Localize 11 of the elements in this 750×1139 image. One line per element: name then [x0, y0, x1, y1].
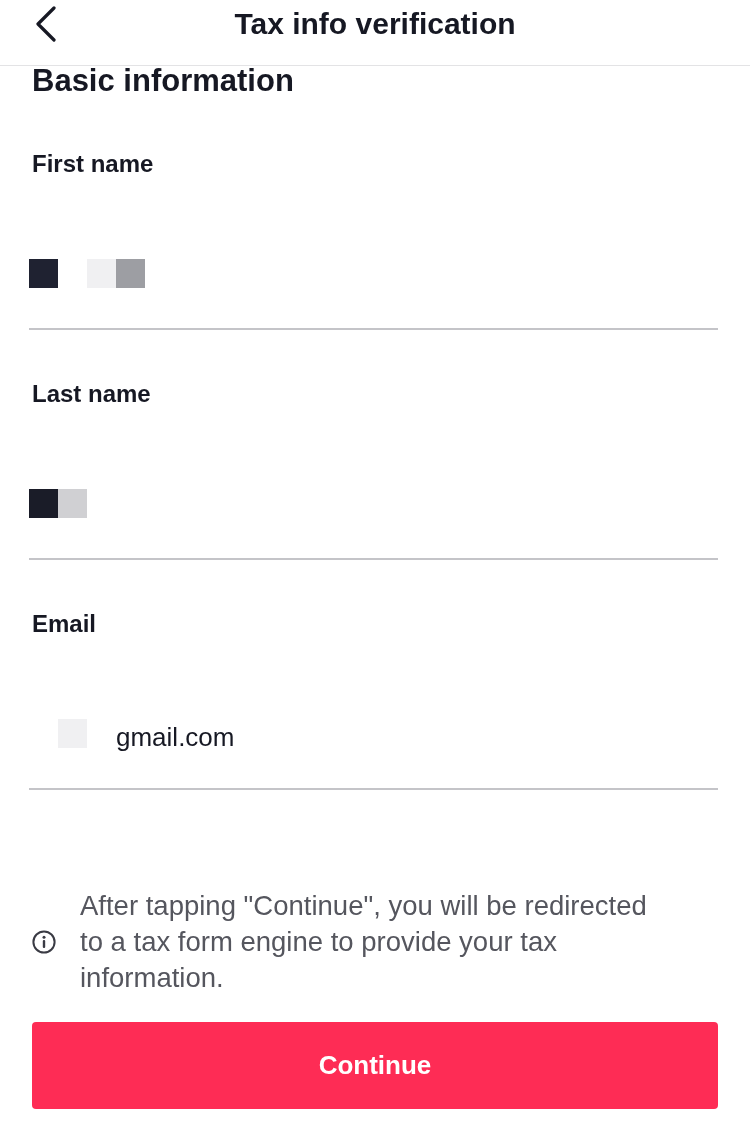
- info-icon: [32, 930, 56, 954]
- field-label: Email: [32, 609, 98, 639]
- text-field[interactable]: gmail.com: [29, 692, 718, 790]
- page-title: Tax info verification: [234, 6, 516, 42]
- continue-button[interactable]: Continue: [32, 1022, 718, 1109]
- section-title: Basic information: [32, 66, 295, 96]
- field-label: First name: [32, 149, 155, 179]
- notice-text: After tapping "Continue", you will be redirected to a tax form engine to provide your tax information.: [80, 889, 648, 995]
- field-label: Last name: [32, 379, 152, 409]
- field-value: gmail.com: [116, 722, 235, 752]
- back-chevron-icon: [35, 6, 57, 42]
